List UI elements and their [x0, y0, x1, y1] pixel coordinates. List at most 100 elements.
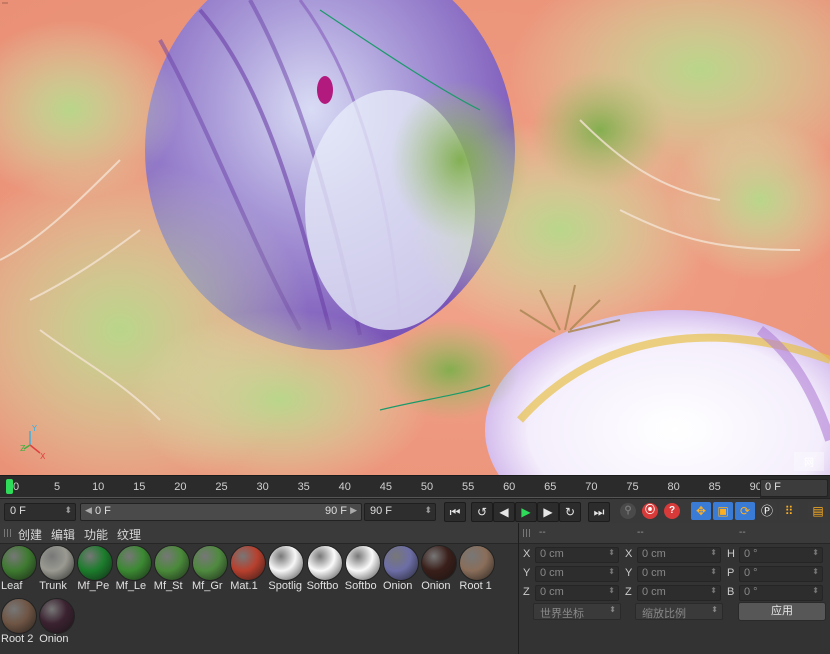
- menu-texture[interactable]: 纹理: [117, 526, 141, 543]
- stepper-icon: ⬍: [812, 586, 819, 595]
- material-name: Softbo: [306, 580, 339, 592]
- material-swatch[interactable]: Onion: [39, 598, 76, 648]
- stepper-icon: ⬍: [710, 548, 717, 557]
- record-key-icon[interactable]: ⦿: [642, 503, 658, 519]
- coord-value-field[interactable]: 0 cm ⬍: [535, 585, 619, 601]
- viewport-render: Y X Z: [0, 0, 830, 475]
- coord-value-field[interactable]: 0 cm ⬍: [637, 566, 721, 582]
- header-size: --: [637, 527, 644, 538]
- material-swatch[interactable]: Mf_St: [153, 545, 190, 595]
- start-frame-field[interactable]: 0 F ⬍: [4, 503, 76, 521]
- menu-edit[interactable]: 编辑: [51, 526, 75, 543]
- coord-value-field[interactable]: 0 ° ⬍: [739, 585, 823, 601]
- material-name: Root 2: [1, 633, 34, 645]
- material-swatch[interactable]: Leaf: [1, 545, 37, 595]
- material-name: Mf_St: [153, 580, 183, 592]
- coord-value: 0 cm: [540, 567, 564, 579]
- next-key-button[interactable]: ↻: [559, 502, 581, 522]
- material-swatch[interactable]: Root 2: [1, 598, 37, 648]
- material-swatch[interactable]: Trunk: [39, 545, 76, 595]
- rotate-mode-icon[interactable]: ⟳: [735, 502, 755, 520]
- next-frame-button[interactable]: ▶: [537, 502, 559, 522]
- coordinates-manager: -- -- -- X0 cm ⬍ X 0 cm ⬍ H 0 ° ⬍ Y 0 cm ⬍ Y 0 cm ⬍ P 0…: [519, 523, 830, 654]
- material-preview-icon: [459, 545, 496, 581]
- autokey-icon[interactable]: ?: [664, 503, 680, 519]
- timeline-tick: 80: [667, 481, 680, 493]
- panel-grip-icon[interactable]: [4, 529, 12, 537]
- material-name: Root 1: [459, 580, 492, 592]
- menu-function[interactable]: 功能: [84, 526, 108, 543]
- coord-system-dropdown[interactable]: 世界坐标 ⬍: [533, 603, 621, 620]
- panel-grip-icon[interactable]: [523, 529, 531, 537]
- material-name: Onion: [383, 580, 413, 592]
- coord-value: 0 °: [744, 548, 758, 560]
- 3d-viewport[interactable]: Y X Z 网: [0, 0, 830, 475]
- material-preview-icon: [153, 545, 190, 581]
- material-swatch[interactable]: Softbo: [306, 545, 343, 595]
- stepper-icon: ⬍: [608, 586, 615, 595]
- range-end-value: 90 F: [324, 505, 347, 517]
- stepper-icon: ⬍: [608, 567, 615, 576]
- viewport-label: [2, 2, 8, 4]
- param-mode-icon[interactable]: Ⓟ: [757, 502, 777, 520]
- timeline-tick: 65: [544, 481, 557, 493]
- material-swatch[interactable]: Mf_Pe: [77, 545, 114, 595]
- material-preview-icon: [1, 545, 37, 581]
- pla-mode-icon[interactable]: ⠿: [779, 502, 799, 520]
- material-preview-icon: [39, 545, 76, 581]
- material-swatch[interactable]: Softbo: [344, 545, 381, 595]
- coord-value: 0 cm: [540, 548, 564, 560]
- prev-key-button[interactable]: ↺: [471, 502, 493, 522]
- timeline-ruler[interactable]: 0 5 10 15 20 25 30 35 40 45 50 55 60 65 70 75 80 85 90 0 F: [0, 475, 830, 499]
- material-name: Trunk: [39, 580, 67, 592]
- material-menubar: 创建 编辑 功能 纹理: [0, 523, 518, 544]
- coord-value-field[interactable]: 0 cm ⬍: [637, 547, 721, 563]
- coordinates-header: -- -- --: [519, 523, 830, 544]
- coord-value-field[interactable]: 0 cm ⬍: [637, 585, 721, 601]
- header-rotation: --: [739, 527, 746, 538]
- material-swatch[interactable]: Mat.1: [230, 545, 267, 595]
- keyframe-icon[interactable]: ⚲: [620, 503, 636, 519]
- move-mode-icon[interactable]: ✥: [691, 502, 711, 520]
- timeline-tick: 40: [338, 481, 351, 493]
- stepper-icon: ⬍: [608, 548, 615, 557]
- material-name: Leaf: [1, 580, 23, 592]
- material-swatch[interactable]: Spotlig: [268, 545, 305, 595]
- coord-value-field[interactable]: 0 ° ⬍: [739, 566, 823, 582]
- stepper-icon: ⬍: [710, 567, 717, 576]
- play-button[interactable]: ▶: [515, 502, 537, 522]
- material-preview-icon: [39, 598, 76, 634]
- prev-frame-button[interactable]: ◀: [493, 502, 515, 522]
- material-swatch[interactable]: Mf_Le: [115, 545, 152, 595]
- timeline-tick: 15: [133, 481, 146, 493]
- material-name: Spotlig: [268, 580, 303, 592]
- range-left-arrow-icon[interactable]: ◀: [85, 505, 92, 516]
- material-swatch[interactable]: Root 1: [459, 545, 496, 595]
- scale-mode-icon[interactable]: ▣: [713, 502, 733, 520]
- coord-value-field[interactable]: 0 ° ⬍: [739, 547, 823, 563]
- stepper-icon: ⬍: [64, 505, 72, 515]
- go-to-end-button[interactable]: ⏭: [588, 502, 610, 522]
- skip-end-icon: ⏭: [593, 505, 605, 519]
- range-right-arrow-icon[interactable]: ▶: [350, 505, 357, 516]
- timeline-window-icon[interactable]: ▤: [808, 502, 828, 520]
- material-swatch[interactable]: Mf_Gr: [192, 545, 228, 595]
- current-frame-field[interactable]: 0 F: [760, 479, 828, 497]
- material-swatch[interactable]: Onion: [383, 545, 419, 595]
- menu-create[interactable]: 创建: [18, 526, 42, 543]
- playhead-marker[interactable]: [6, 479, 13, 494]
- coord-value-field[interactable]: 0 cm ⬍: [535, 547, 619, 563]
- go-to-start-button[interactable]: ⏮: [444, 502, 466, 522]
- coord-value: 0 °: [744, 586, 758, 598]
- apply-button[interactable]: 应用: [738, 602, 826, 621]
- preview-range-slider[interactable]: ◀ 0 F 90 F ▶: [80, 503, 362, 521]
- timeline-tick: 60: [503, 481, 516, 493]
- material-swatch[interactable]: Onion: [421, 545, 458, 595]
- end-frame-field[interactable]: 90 F ⬍: [364, 503, 436, 521]
- material-preview-icon: [77, 545, 114, 581]
- timeline-tick: 55: [461, 481, 475, 493]
- coord-axis-label: Z: [625, 586, 632, 598]
- coord-axis-label: B: [727, 586, 735, 598]
- coord-value-field[interactable]: 0 cm ⬍: [535, 566, 619, 582]
- scale-mode-dropdown[interactable]: 缩放比例 ⬍: [635, 603, 723, 620]
